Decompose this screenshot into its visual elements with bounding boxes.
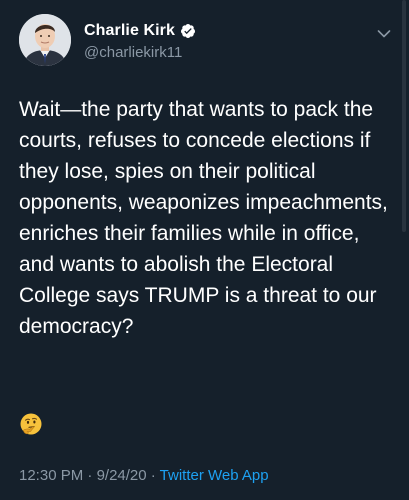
tweet-date[interactable]: 9/24/20 bbox=[97, 467, 147, 484]
tweet-meta: 12:30 PM · 9/24/20 · Twitter Web App bbox=[19, 467, 269, 484]
scrollbar[interactable] bbox=[402, 0, 406, 232]
thinking-face-icon bbox=[19, 412, 43, 436]
author-name-row[interactable]: Charlie Kirk bbox=[84, 20, 196, 42]
meta-separator: · bbox=[83, 467, 97, 484]
avatar-image bbox=[19, 14, 71, 66]
avatar[interactable] bbox=[19, 14, 71, 66]
tweet-text: Wait—the party that wants to pack the co… bbox=[19, 98, 388, 338]
meta-separator-2: · bbox=[146, 467, 160, 484]
tweet-time[interactable]: 12:30 PM bbox=[19, 467, 83, 484]
chevron-down-icon[interactable] bbox=[377, 26, 391, 38]
verified-badge-icon bbox=[180, 23, 196, 39]
tweet-card: Charlie Kirk @charliekirk11 Wait—the par… bbox=[0, 0, 409, 500]
tweet-source-link[interactable]: Twitter Web App bbox=[160, 467, 269, 484]
author-display-name[interactable]: Charlie Kirk bbox=[84, 22, 175, 40]
author-handle[interactable]: @charliekirk11 bbox=[84, 44, 182, 61]
